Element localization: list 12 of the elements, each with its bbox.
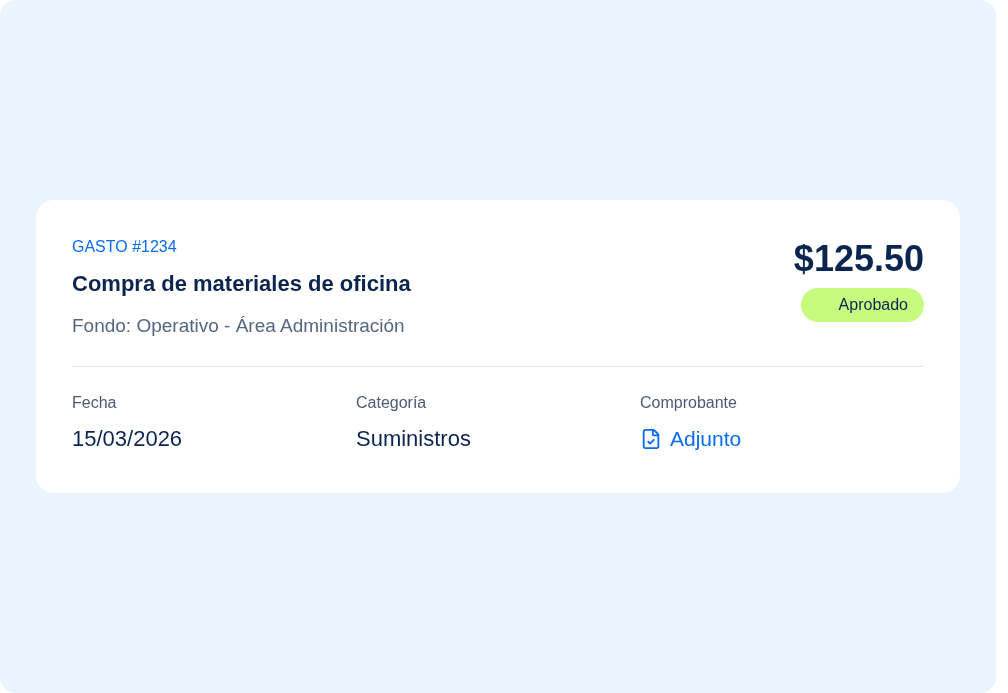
detail-label: Fecha: [72, 393, 117, 413]
file-check-icon: [640, 428, 662, 450]
status-badge: Aprobado: [800, 288, 924, 322]
detail-label: Comprobante: [640, 393, 737, 413]
expense-amount: $125.50: [793, 238, 924, 280]
expense-title: Compra de materiales de oficina: [72, 270, 411, 298]
fund-text: Fondo: Operativo - Área Administración: [72, 314, 405, 338]
expense-code: GASTO #1234: [72, 237, 177, 257]
detail-value: 15/03/2026: [72, 425, 183, 453]
detail-label: Categoría: [356, 393, 427, 413]
attachment-link[interactable]: Adjunto: [640, 425, 742, 453]
detail-value: Suministros: [356, 425, 471, 453]
